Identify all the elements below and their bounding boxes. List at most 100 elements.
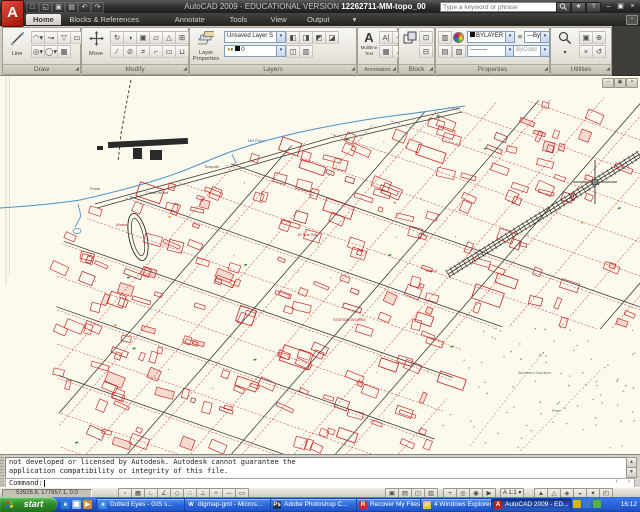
modify-tool-icon[interactable]: ↻ <box>110 31 124 44</box>
panel-expand-icon[interactable]: ◢ <box>351 65 355 74</box>
restore-button[interactable]: ▣ <box>615 2 626 11</box>
modify-tool-icon[interactable]: ⊘ <box>123 45 137 58</box>
utility-tool-icon[interactable]: ↺ <box>592 45 606 58</box>
task-button[interactable]: ▱ 4 Windows Explorer ▾ <box>420 498 501 512</box>
task-button[interactable]: Ps Adobe Photoshop C... <box>270 498 367 512</box>
task-button[interactable]: Wdigmap-gml - Micros... <box>184 498 281 512</box>
layer-tool-icon[interactable]: ◫ <box>286 45 300 58</box>
utility-tool-icon[interactable]: × <box>579 45 593 58</box>
tab-output[interactable]: Output <box>300 14 337 25</box>
modify-tool-icon[interactable]: ▣ <box>136 31 150 44</box>
start-button[interactable]: start <box>0 497 57 512</box>
linetype-icon[interactable]: ▧ <box>452 45 466 58</box>
move-icon <box>88 31 104 46</box>
zoom-extents-button[interactable]: ▾ <box>553 30 577 65</box>
command-window-grip[interactable] <box>0 455 4 488</box>
plot-icon[interactable]: ▤ <box>65 2 78 13</box>
tab-overflow-button[interactable]: ▾ <box>346 14 364 25</box>
command-scroll-arrows[interactable]: ‹ › <box>615 478 634 485</box>
layer-state-dropdown[interactable]: Unsaved Layer S ▾ <box>224 31 286 43</box>
tab-annotate[interactable]: Annotate <box>168 14 212 25</box>
annotation-tool-icon[interactable]: A| <box>379 31 393 44</box>
panel-expand-icon[interactable]: ◢ <box>392 65 396 74</box>
draw-tool-icon[interactable]: ↝ <box>44 31 58 44</box>
modify-tool-icon[interactable]: ▭ <box>162 45 176 58</box>
panel-expand-icon[interactable]: ◢ <box>544 65 548 74</box>
ribbon: Line Draw ◢ ◠▾ ↝ ▽ ▭ ◎▾ ◯▾ ▦ Move Modify ◢ ↻ ◑ ▣ ▱ △… <box>0 26 612 76</box>
panel-expand-icon[interactable]: ◢ <box>183 65 187 74</box>
lineweight-dropdown[interactable]: —ByL ▾ <box>524 31 550 43</box>
tab-home[interactable]: Home <box>26 14 61 25</box>
modify-tool-icon[interactable]: ⊔ <box>175 45 189 58</box>
minimize-button[interactable]: – <box>603 2 614 11</box>
layer-tool-icon[interactable]: ◨ <box>299 31 313 44</box>
modify-tool-icon[interactable]: △ <box>162 31 176 44</box>
utilities-panel: ▾ Utilities ◢ ▣ ⊕ × ↺ <box>550 27 612 75</box>
panel-expand-icon[interactable]: ◢ <box>75 65 79 74</box>
modify-tool-icon[interactable]: ∕ <box>110 45 124 58</box>
drawing-minimize-button[interactable]: – <box>602 78 614 88</box>
modify-tool-icon[interactable]: ≠ <box>136 45 150 58</box>
scroll-down-button[interactable]: ▼ <box>626 467 637 478</box>
drawing-canvas[interactable]: Canal Wharf Mill Pond Towpath Works STATION … <box>0 76 640 455</box>
utility-tool-icon[interactable]: ⊕ <box>592 31 606 44</box>
plot-style-dropdown[interactable]: ByColor ▾ <box>513 45 550 57</box>
layer-tool-icon[interactable]: ◩ <box>312 31 326 44</box>
search-button[interactable] <box>556 2 571 13</box>
modify-tool-icon[interactable]: ⌐ <box>149 45 163 58</box>
line-button[interactable]: Line <box>4 30 30 65</box>
layer-properties-button[interactable]: Layer Properties <box>191 30 221 65</box>
redo-icon[interactable]: ↷ <box>91 2 104 13</box>
draw-tool-icon[interactable]: ▦ <box>57 45 71 58</box>
modify-panel: Move Modify ◢ ↻ ◑ ▣ ▱ △ ⊞ ∕ ⊘ ≠ ⌐ ▭ ⊔ <box>81 27 189 75</box>
command-history[interactable]: not developed or licensed by Autodesk. A… <box>5 457 635 478</box>
save-icon[interactable]: ▣ <box>52 2 65 13</box>
move-button[interactable]: Move <box>83 30 109 65</box>
minimize-ribbon-button[interactable]: ▪ <box>626 15 638 25</box>
draw-panel: Line Draw ◢ ◠▾ ↝ ▽ ▭ ◎▾ ◯▾ ▦ <box>2 27 84 75</box>
tab-view[interactable]: View <box>264 14 294 25</box>
utility-tool-icon[interactable]: ▣ <box>579 31 593 44</box>
layer-tool-icon[interactable]: ▥ <box>299 45 313 58</box>
undo-icon[interactable]: ↶ <box>78 2 91 13</box>
task-button[interactable]: A AutoCAD 2009 - ED... <box>491 498 572 512</box>
multiline-text-button[interactable]: A Multiline Text <box>358 30 380 65</box>
match-properties-icon[interactable]: ▥ <box>438 31 452 44</box>
drawing-close-button[interactable]: × <box>626 78 638 88</box>
draw-tool-icon[interactable]: ◎▾ <box>31 45 45 58</box>
communication-center-button[interactable]: ★ <box>571 2 586 13</box>
media-player-icon[interactable]: ▶ <box>83 500 92 509</box>
properties-palette-icon[interactable]: ▤ <box>438 45 452 58</box>
internet-explorer-icon[interactable]: e <box>61 500 70 509</box>
task-button[interactable]: e Dotted Eyes - GIS s... <box>96 498 195 512</box>
draw-tool-icon[interactable]: ▽ <box>57 31 71 44</box>
layer-tool-icon[interactable]: ◪ <box>325 31 339 44</box>
new-icon[interactable]: □ <box>26 2 39 13</box>
favorites-button[interactable]: ? <box>586 2 601 13</box>
draw-tool-icon[interactable]: ◯▾ <box>44 45 58 58</box>
linetype-dropdown[interactable]: ──── ▾ <box>467 45 515 57</box>
ribbon-tab-row: Home Blocks & References Annotate Tools View… <box>0 13 640 26</box>
object-color-dropdown[interactable]: BYLAYER ▾ <box>467 31 515 43</box>
block-tool-icon[interactable]: ⊡ <box>419 31 433 44</box>
modify-tool-icon[interactable]: ◑ <box>123 31 137 44</box>
layer-tool-icon[interactable]: ◧ <box>286 31 300 44</box>
insert-block-button[interactable] <box>400 30 420 65</box>
open-icon[interactable]: ◱ <box>39 2 52 13</box>
tab-tools[interactable]: Tools <box>223 14 255 25</box>
draw-tool-icon[interactable]: ◠▾ <box>31 31 45 44</box>
annotation-tool-icon[interactable]: ▦ <box>379 45 393 58</box>
help-search-input[interactable] <box>440 2 558 12</box>
layer-dropdown[interactable]: ●◐ 0 ▾ <box>224 45 286 57</box>
modify-tool-icon[interactable]: ▱ <box>149 31 163 44</box>
modify-tool-icon[interactable]: ⊞ <box>175 31 189 44</box>
color-wheel-icon[interactable] <box>453 32 464 43</box>
drawing-restore-button[interactable]: ▣ <box>614 78 626 88</box>
panel-expand-icon[interactable]: ◢ <box>606 65 610 74</box>
menu-browser-button[interactable]: A <box>1 0 24 27</box>
panel-expand-icon[interactable]: ◢ <box>429 65 433 74</box>
block-tool-icon[interactable]: ⊟ <box>419 45 433 58</box>
tab-blocks-references[interactable]: Blocks & References <box>62 14 146 25</box>
show-desktop-icon[interactable]: ▦ <box>72 500 81 509</box>
close-button[interactable]: × <box>627 2 638 11</box>
